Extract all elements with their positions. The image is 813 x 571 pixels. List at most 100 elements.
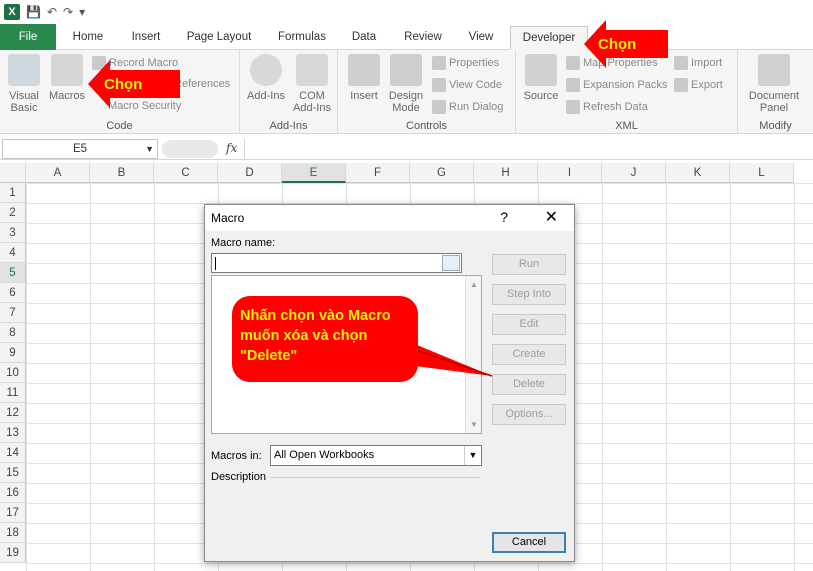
select-all-corner[interactable] [0,163,26,183]
run-button[interactable]: Run [492,254,566,275]
row-header-4[interactable]: 4 [0,243,26,263]
visual-basic-button[interactable]: Visual Basic [4,54,44,114]
expansion-packs-button[interactable]: Expansion Packs [566,78,667,92]
column-header-e[interactable]: E [282,163,346,183]
edit-button[interactable]: Edit [492,314,566,335]
row-header-8[interactable]: 8 [0,323,26,343]
tab-page-layout[interactable]: Page Layout [178,26,260,50]
formula-input[interactable] [244,139,813,159]
insert-function-icon[interactable]: fx [226,141,237,155]
run-dialog-icon [432,100,446,114]
run-dialog-button[interactable]: Run Dialog [432,100,503,114]
column-header-c[interactable]: C [154,163,218,183]
quick-access-toolbar: X 💾 ↶ ↷ ▾ [0,0,813,24]
scroll-down-icon[interactable]: ▼ [470,420,478,429]
export-icon [674,78,688,92]
delete-button[interactable]: Delete [492,374,566,395]
help-icon[interactable]: ? [500,209,508,225]
column-header-k[interactable]: K [666,163,730,183]
dialog-title: Macro [211,211,245,225]
row-header-16[interactable]: 16 [0,483,26,503]
properties-icon [432,56,446,70]
macros-button[interactable]: Macros [46,54,88,102]
macro-dialog: Macro ? ✕ Macro name: ▲ ▼ Run Step Into … [204,204,575,562]
references-button[interactable]: References [174,78,230,90]
chevron-down-icon[interactable]: ▼ [145,140,154,158]
dialog-titlebar: Macro ? ✕ [205,205,574,231]
tab-home[interactable]: Home [62,26,114,50]
column-header-i[interactable]: I [538,163,602,183]
export-button[interactable]: Export [674,78,723,92]
tab-view[interactable]: View [458,26,504,50]
row-header-14[interactable]: 14 [0,443,26,463]
tab-formulas[interactable]: Formulas [268,26,336,50]
create-button[interactable]: Create [492,344,566,365]
range-picker-icon[interactable] [442,255,460,271]
column-header-j[interactable]: J [602,163,666,183]
row-header-10[interactable]: 10 [0,363,26,383]
cancel-button[interactable]: Cancel [492,532,566,553]
row-header-15[interactable]: 15 [0,463,26,483]
import-icon [674,56,688,70]
row-header-3[interactable]: 3 [0,223,26,243]
tab-review[interactable]: Review [396,26,450,50]
row-header-7[interactable]: 7 [0,303,26,323]
properties-button[interactable]: Properties [432,56,499,70]
column-header-g[interactable]: G [410,163,474,183]
column-header-a[interactable]: A [26,163,90,183]
refresh-data-button[interactable]: Refresh Data [566,100,648,114]
source-button[interactable]: Source [520,54,562,102]
group-label-xml: XML [615,120,638,132]
options-button[interactable]: Options... [492,404,566,425]
scroll-up-icon[interactable]: ▲ [470,280,478,289]
row-header-17[interactable]: 17 [0,503,26,523]
formula-bar-separator [162,140,218,158]
close-icon[interactable]: ✕ [545,207,558,227]
addins-button[interactable]: Add-Ins [244,54,288,102]
row-header-18[interactable]: 18 [0,523,26,543]
insert-control-button[interactable]: Insert [344,54,384,102]
macros-in-select[interactable]: All Open Workbooks ▼ [270,445,482,466]
row-header-11[interactable]: 11 [0,383,26,403]
group-label-addins: Add-Ins [269,120,308,132]
import-button[interactable]: Import [674,56,722,70]
row-header-2[interactable]: 2 [0,203,26,223]
row-header-12[interactable]: 12 [0,403,26,423]
column-header-h[interactable]: H [474,163,538,183]
expansion-packs-icon [566,78,580,92]
column-header-d[interactable]: D [218,163,282,183]
view-code-button[interactable]: View Code [432,78,502,92]
undo-icon[interactable]: ↶ [47,5,57,19]
tab-data[interactable]: Data [342,26,386,50]
macros-in-label: Macros in: [211,450,262,462]
row-header-1[interactable]: 1 [0,183,26,203]
customize-qat-icon[interactable]: ▾ [79,5,85,19]
save-icon[interactable]: 💾 [26,5,41,19]
group-addins: Add-Ins COM Add-Ins Add-Ins [240,50,338,134]
step-into-button[interactable]: Step Into [492,284,566,305]
row-header-13[interactable]: 13 [0,423,26,443]
row-header-9[interactable]: 9 [0,343,26,363]
chevron-down-icon[interactable]: ▼ [464,446,481,465]
formula-bar: E5 ▼ fx [0,138,813,160]
tab-insert[interactable]: Insert [120,26,172,50]
name-box[interactable]: E5 ▼ [2,139,158,159]
com-addins-button[interactable]: COM Add-Ins [290,54,334,114]
refresh-icon [566,100,580,114]
column-header-f[interactable]: F [346,163,410,183]
column-header-l[interactable]: L [730,163,794,183]
description-label: Description [211,471,267,483]
macro-name-input[interactable] [211,253,462,273]
excel-logo-icon: X [4,4,20,20]
column-header-b[interactable]: B [90,163,154,183]
redo-icon[interactable]: ↷ [63,5,73,19]
description-divider [270,477,480,478]
row-header-19[interactable]: 19 [0,543,26,563]
row-header-5[interactable]: 5 [0,263,26,283]
callout-text-macros: Chọn [104,76,143,93]
tab-developer[interactable]: Developer [510,26,588,50]
tab-file[interactable]: File [0,24,56,50]
document-panel-button[interactable]: Document Panel [742,54,806,114]
row-header-6[interactable]: 6 [0,283,26,303]
design-mode-button[interactable]: Design Mode [386,54,426,114]
